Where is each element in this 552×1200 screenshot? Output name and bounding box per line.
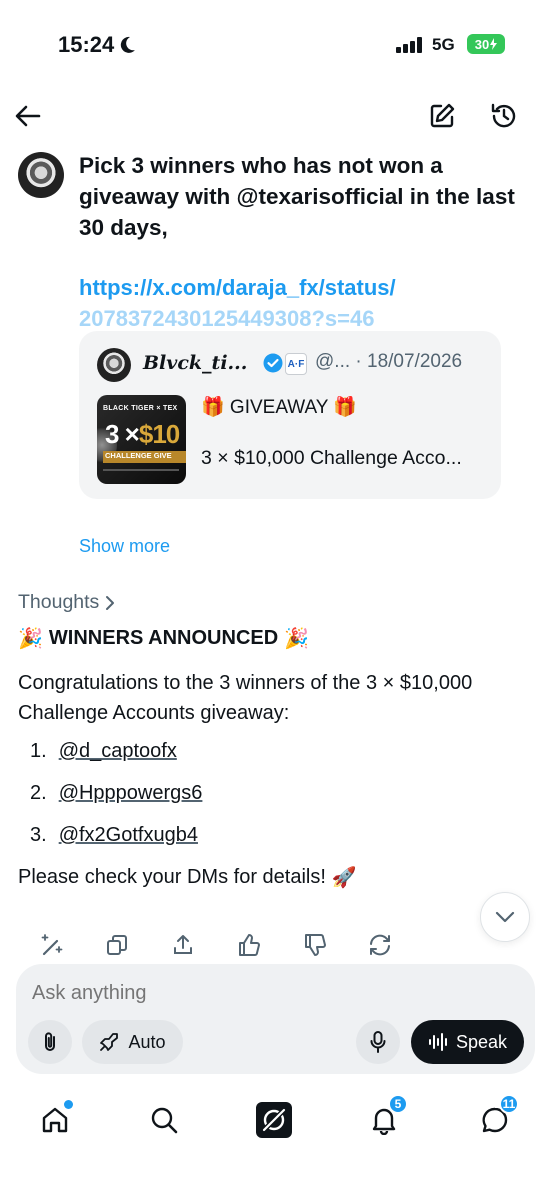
winners-heading: 🎉 WINNERS ANNOUNCED 🎉 — [18, 626, 309, 651]
quoted-post-image: BLACK TIGER × TEX 3 ×$10 CHALLENGE GIVE — [97, 395, 186, 484]
messages-badge: 11 — [499, 1094, 519, 1114]
winner-number: 2. — [30, 782, 47, 804]
grok-icon — [256, 1102, 292, 1138]
regenerate-button[interactable] — [364, 930, 396, 960]
mode-selector[interactable]: Auto — [82, 1020, 183, 1064]
edit-response-button[interactable] — [36, 930, 68, 960]
thumb-line3: CHALLENGE GIVE — [103, 451, 186, 463]
quoted-post-description: 3 × $10,000 Challenge Acco... — [201, 447, 462, 469]
quoted-post-avatar — [97, 348, 131, 382]
chevron-down-icon — [495, 911, 515, 923]
arrow-left-icon — [15, 105, 41, 127]
network-type: 5G — [432, 35, 455, 54]
affiliate-badge: A·F — [285, 353, 307, 375]
moon-icon — [121, 36, 136, 53]
winner-list-item: 2. @Hpppowergs6 — [30, 782, 202, 805]
scroll-down-button[interactable] — [480, 892, 530, 942]
share-button[interactable] — [167, 930, 199, 960]
winner-list-item: 3. @fx2Gotfxugb4 — [30, 824, 198, 847]
ask-input[interactable] — [32, 982, 512, 1005]
history-button[interactable] — [484, 96, 524, 136]
voice-wave-icon — [428, 1033, 447, 1051]
winner-handle-link[interactable]: @d_captoofx — [59, 740, 177, 763]
thumbs-down-icon — [305, 934, 326, 956]
party-popper-icon: 🎉 — [18, 628, 43, 650]
party-popper-icon: 🎉 — [284, 628, 310, 650]
congrats-text: Congratulations to the 3 winners of the … — [18, 672, 473, 724]
attach-button[interactable] — [28, 1020, 72, 1064]
microphone-icon — [370, 1031, 386, 1053]
compose-icon — [430, 103, 455, 128]
battery-indicator: 30 — [467, 34, 505, 54]
clock: 15:24 — [58, 32, 136, 58]
search-icon — [151, 1107, 178, 1134]
verified-icon — [263, 353, 283, 373]
quoted-post-card[interactable]: 𝑩𝒍𝒗𝒄𝒌_𝒕𝒊... A·F @... · 18/07/2026 BLACK … — [79, 331, 501, 499]
composer: Auto Speak — [16, 964, 535, 1074]
thumbs-up-icon — [239, 934, 260, 956]
status-bar: 15:24 5G 30 — [0, 0, 552, 92]
paperclip-icon — [45, 1032, 55, 1051]
thumb-line1: BLACK TIGER × TEX — [103, 405, 178, 412]
winner-handle-link[interactable]: @Hpppowergs6 — [59, 782, 203, 805]
nav-grok[interactable] — [252, 1098, 296, 1142]
new-chat-button[interactable] — [422, 96, 462, 136]
battery-level: 30 — [474, 36, 490, 52]
quoted-post-author: 𝑩𝒍𝒗𝒄𝒌_𝒕𝒊... — [143, 352, 248, 374]
refresh-icon — [370, 934, 390, 956]
speak-button[interactable]: Speak — [411, 1020, 524, 1064]
copy-icon — [107, 935, 127, 955]
thumb-divider — [103, 469, 179, 471]
nav-home[interactable] — [33, 1098, 77, 1142]
charging-icon — [490, 38, 498, 50]
copy-button[interactable] — [101, 930, 133, 960]
speak-label: Speak — [455, 1031, 508, 1052]
closing-text-body: Please check your DMs for details! — [18, 866, 326, 888]
microphone-button[interactable] — [356, 1020, 400, 1064]
user-prompt: Pick 3 winners who has not won a giveawa… — [79, 153, 515, 240]
thoughts-label: Thoughts — [18, 591, 100, 613]
home-icon — [42, 1107, 68, 1133]
quoted-post-title: 🎁 GIVEAWAY 🎁 — [201, 397, 358, 418]
closing-text: Please check your DMs for details! 🚀 — [18, 865, 357, 890]
tweet-link-line1: https://x.com/daraja_fx/status/ — [79, 275, 396, 300]
mode-label: Auto — [128, 1031, 166, 1052]
show-more-link[interactable]: Show more — [79, 536, 170, 557]
winner-handle-link[interactable]: @fx2Gotfxugb4 — [59, 824, 198, 847]
nav-notifications[interactable]: 5 — [362, 1094, 408, 1142]
dislike-button[interactable] — [299, 930, 331, 960]
rocket-icon: 🚀 — [331, 867, 357, 889]
winner-list-item: 1. @d_captoofx — [30, 740, 177, 763]
winner-number: 3. — [30, 824, 47, 846]
thumb-line2: 3 ×$10 — [105, 419, 180, 450]
notifications-badge: 5 — [388, 1094, 408, 1114]
like-button[interactable] — [233, 930, 265, 960]
winners-heading-text: WINNERS ANNOUNCED — [48, 627, 279, 649]
clock-time: 15:24 — [58, 32, 115, 57]
share-icon — [174, 935, 192, 954]
quoted-post-meta: @... · 18/07/2026 — [315, 351, 463, 372]
back-button[interactable] — [8, 96, 48, 136]
nav-search[interactable] — [142, 1098, 186, 1142]
tweet-link-line2: 2078372430125449308?s=46 — [79, 306, 375, 329]
signal-icon — [396, 37, 422, 53]
rocket-outline-icon — [100, 1033, 119, 1051]
chevron-right-icon — [106, 595, 115, 610]
thumb-amount: $10 — [138, 419, 180, 449]
user-avatar[interactable] — [18, 152, 64, 198]
nav-messages[interactable]: 11 — [473, 1094, 519, 1142]
home-unread-dot — [64, 1100, 73, 1109]
thoughts-toggle[interactable]: Thoughts — [18, 591, 115, 614]
magic-wand-icon — [41, 934, 63, 956]
tweet-link[interactable]: https://x.com/daraja_fx/status/ 20783724… — [79, 272, 519, 329]
history-icon — [491, 103, 516, 128]
winner-number: 1. — [30, 740, 47, 762]
thumb-count: 3 × — [105, 419, 140, 449]
